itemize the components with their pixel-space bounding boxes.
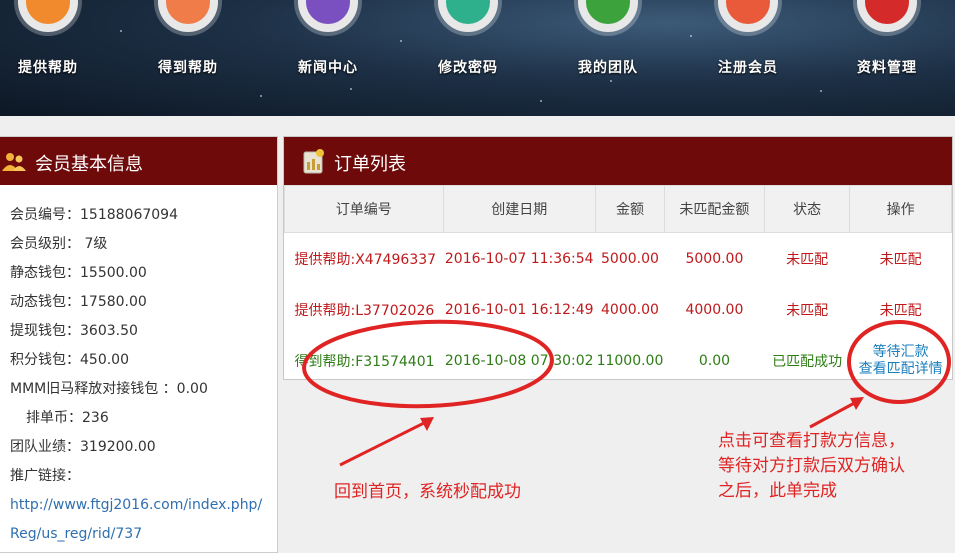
annotation-right-line: 等待对方打款后双方确认: [718, 456, 905, 476]
highlight-ellipse-right: [847, 320, 951, 404]
annotation-right-line: 点击可查看打款方信息，: [718, 431, 905, 451]
arrow-right-annotation: [809, 397, 864, 429]
highlight-ellipse-left: [302, 319, 554, 409]
annotation-right-line: 之后，此单完成: [718, 481, 837, 501]
annotation-left-text: 回到首页，系统秒配成功: [334, 482, 521, 502]
annotation-right-text: 点击可查看打款方信息， 等待对方打款后双方确认 之后，此单完成: [718, 429, 905, 504]
arrow-left-annotation: [339, 417, 434, 467]
